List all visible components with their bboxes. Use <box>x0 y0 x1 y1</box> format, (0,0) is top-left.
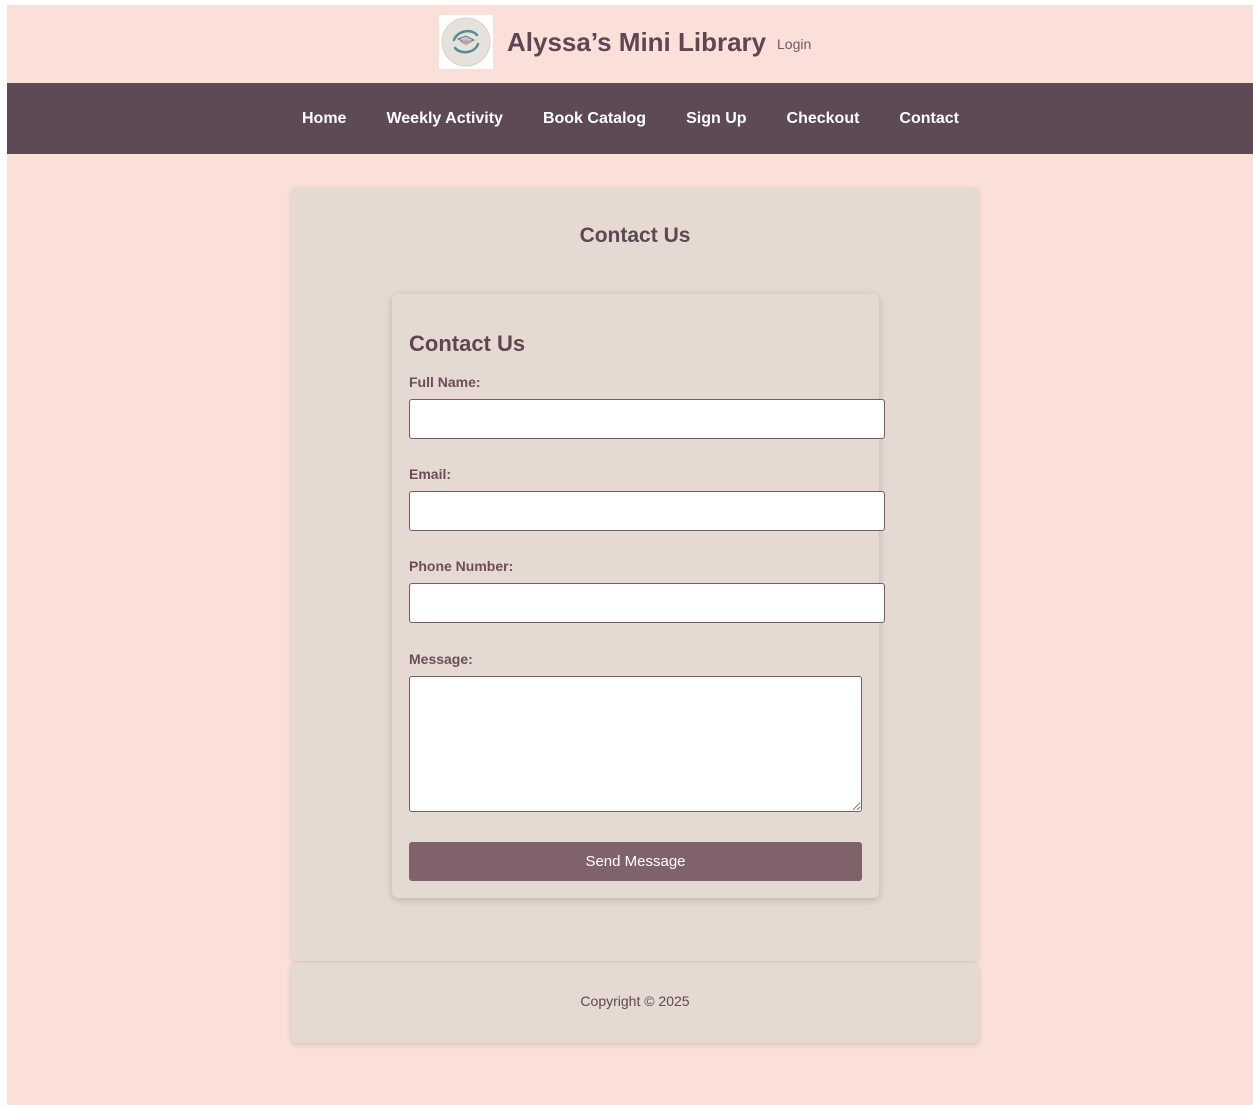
main-nav: Home Weekly Activity Book Catalog Sign U… <box>7 83 1253 154</box>
nav-list: Home Weekly Activity Book Catalog Sign U… <box>282 83 979 154</box>
login-link[interactable]: Login <box>777 36 811 52</box>
email-field[interactable] <box>409 491 885 531</box>
send-message-button[interactable]: Send Message <box>409 842 862 881</box>
page: Alyssa’s Mini Library Login Home Weekly … <box>7 5 1253 1105</box>
phone-number-field[interactable] <box>409 583 885 623</box>
message-field[interactable] <box>409 676 862 812</box>
nav-item-weekly-activity[interactable]: Weekly Activity <box>366 110 523 128</box>
copyright-text: Copyright © 2025 <box>580 993 690 1009</box>
full-name-field[interactable] <box>409 399 885 439</box>
site-title: Alyssa’s Mini Library <box>507 27 767 57</box>
contact-form: Contact Us Full Name: Email: Phone Numbe… <box>392 294 885 898</box>
nav-item-home[interactable]: Home <box>282 110 366 128</box>
page-title: Contact Us <box>579 224 691 247</box>
nav-item-sign-up[interactable]: Sign Up <box>666 110 766 128</box>
email-label: Email: <box>409 466 452 482</box>
message-label: Message: <box>409 651 473 667</box>
full-name-label: Full Name: <box>409 374 481 390</box>
phone-number-label: Phone Number: <box>409 558 514 574</box>
nav-item-book-catalog[interactable]: Book Catalog <box>523 110 666 128</box>
site-footer: Copyright © 2025 <box>291 963 979 1043</box>
book-globe-logo-icon <box>439 15 493 69</box>
nav-item-checkout[interactable]: Checkout <box>767 110 880 128</box>
nav-item-contact[interactable]: Contact <box>879 110 979 128</box>
site-header: Alyssa’s Mini Library Login <box>7 5 1253 83</box>
contact-section: Contact Us Contact Us Full Name: Email: … <box>291 187 979 961</box>
form-title: Contact Us <box>409 331 526 356</box>
